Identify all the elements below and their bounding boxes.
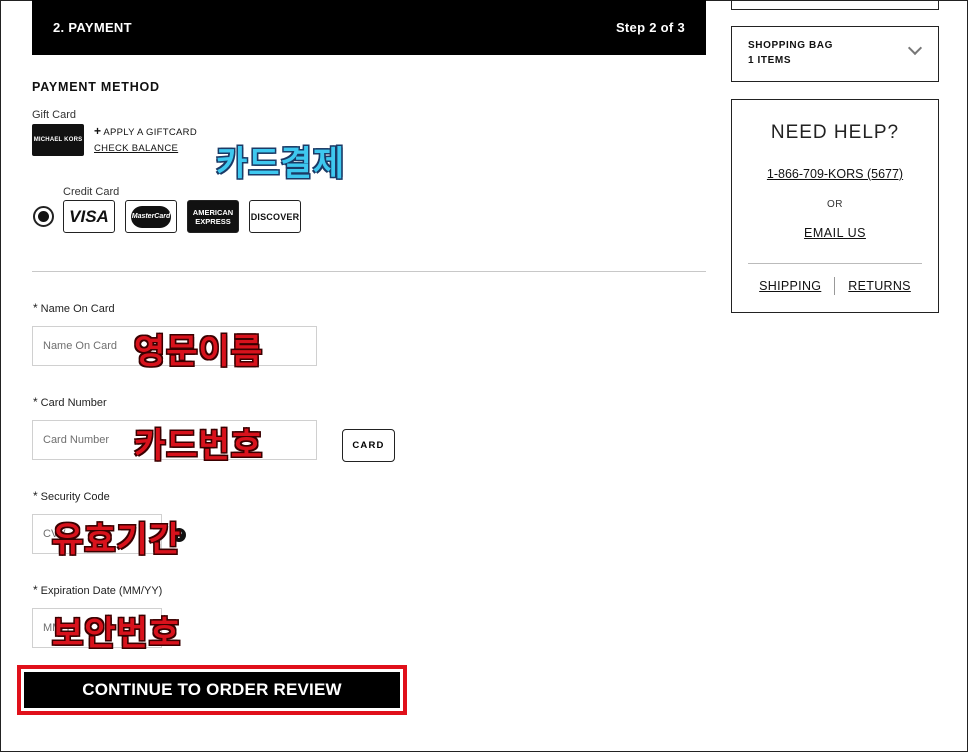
returns-link[interactable]: RETURNS (848, 279, 911, 293)
help-links: SHIPPING RETURNS (732, 277, 938, 295)
credit-card-radio[interactable] (33, 206, 54, 227)
step-title: 2. PAYMENT (53, 20, 132, 35)
apply-giftcard-label: APPLY A GIFTCARD (103, 127, 197, 138)
need-help-panel: NEED HELP? 1-866-709-KORS (5677) OR EMAI… (731, 99, 939, 313)
discover-logo: DISCOVER (249, 200, 301, 233)
credit-card-label: Credit Card (63, 186, 120, 198)
help-or-text: OR (827, 199, 843, 210)
card-scan-button[interactable]: CARD (342, 429, 395, 462)
annotation-security: 보안번호 (52, 614, 182, 654)
help-divider (748, 263, 922, 264)
continue-highlight: CONTINUE TO ORDER REVIEW (17, 665, 407, 715)
card-number-label-text: Card Number (40, 397, 107, 409)
required-mark: * (33, 583, 38, 597)
sidebar-top-box (731, 0, 939, 10)
annotation-expiry: 유효기간 (52, 520, 182, 560)
mastercard-logo-text: MasterCard (131, 205, 171, 228)
gift-card-label: Gift Card (32, 109, 77, 121)
shipping-link[interactable]: SHIPPING (759, 279, 821, 293)
annotation-card-number: 카드번호 (134, 426, 264, 466)
mastercard-logo: MasterCard (125, 200, 177, 233)
annotation-card-payment: 카드결제 (216, 144, 346, 184)
required-mark: * (33, 301, 38, 315)
expiration-date-label: * Expiration Date (MM/YY) (33, 583, 162, 597)
expiration-date-label-text: Expiration Date (MM/YY) (40, 585, 163, 597)
card-number-label: * Card Number (33, 395, 107, 409)
section-divider (32, 271, 706, 272)
radio-selected-dot (38, 211, 49, 222)
step-header: 2. PAYMENT Step 2 of 3 (32, 0, 706, 55)
name-on-card-label-text: Name On Card (40, 303, 115, 315)
amex-logo: AMERICAN EXPRESS (187, 200, 239, 233)
check-balance-link[interactable]: CHECK BALANCE (94, 143, 178, 154)
step-progress: Step 2 of 3 (615, 20, 685, 35)
continue-to-order-review-button[interactable]: CONTINUE TO ORDER REVIEW (24, 672, 400, 708)
need-help-title: NEED HELP? (770, 122, 900, 143)
security-code-label: * Security Code (33, 489, 110, 503)
annotation-english-name: 영문이름 (134, 332, 264, 372)
shopping-bag-count: 1 ITEMS (748, 55, 792, 66)
visa-logo: VISA (63, 200, 115, 233)
help-phone-link[interactable]: 1-866-709-KORS (5677) (732, 167, 938, 181)
gift-card-logo: MICHAEL KORS (32, 124, 84, 156)
email-us-link[interactable]: EMAIL US (732, 226, 938, 240)
shopping-bag-title: SHOPPING BAG (748, 40, 833, 51)
shopping-bag-toggle[interactable]: SHOPPING BAG 1 ITEMS (731, 26, 939, 82)
required-mark: * (33, 489, 38, 503)
required-mark: * (33, 395, 38, 409)
plus-icon: + (94, 124, 102, 138)
security-code-label-text: Security Code (40, 491, 110, 503)
payment-method-title: PAYMENT METHOD (32, 80, 160, 94)
link-separator (834, 277, 836, 295)
name-on-card-label: * Name On Card (33, 301, 115, 315)
apply-giftcard-link[interactable]: + APPLY A GIFTCARD (94, 124, 197, 138)
